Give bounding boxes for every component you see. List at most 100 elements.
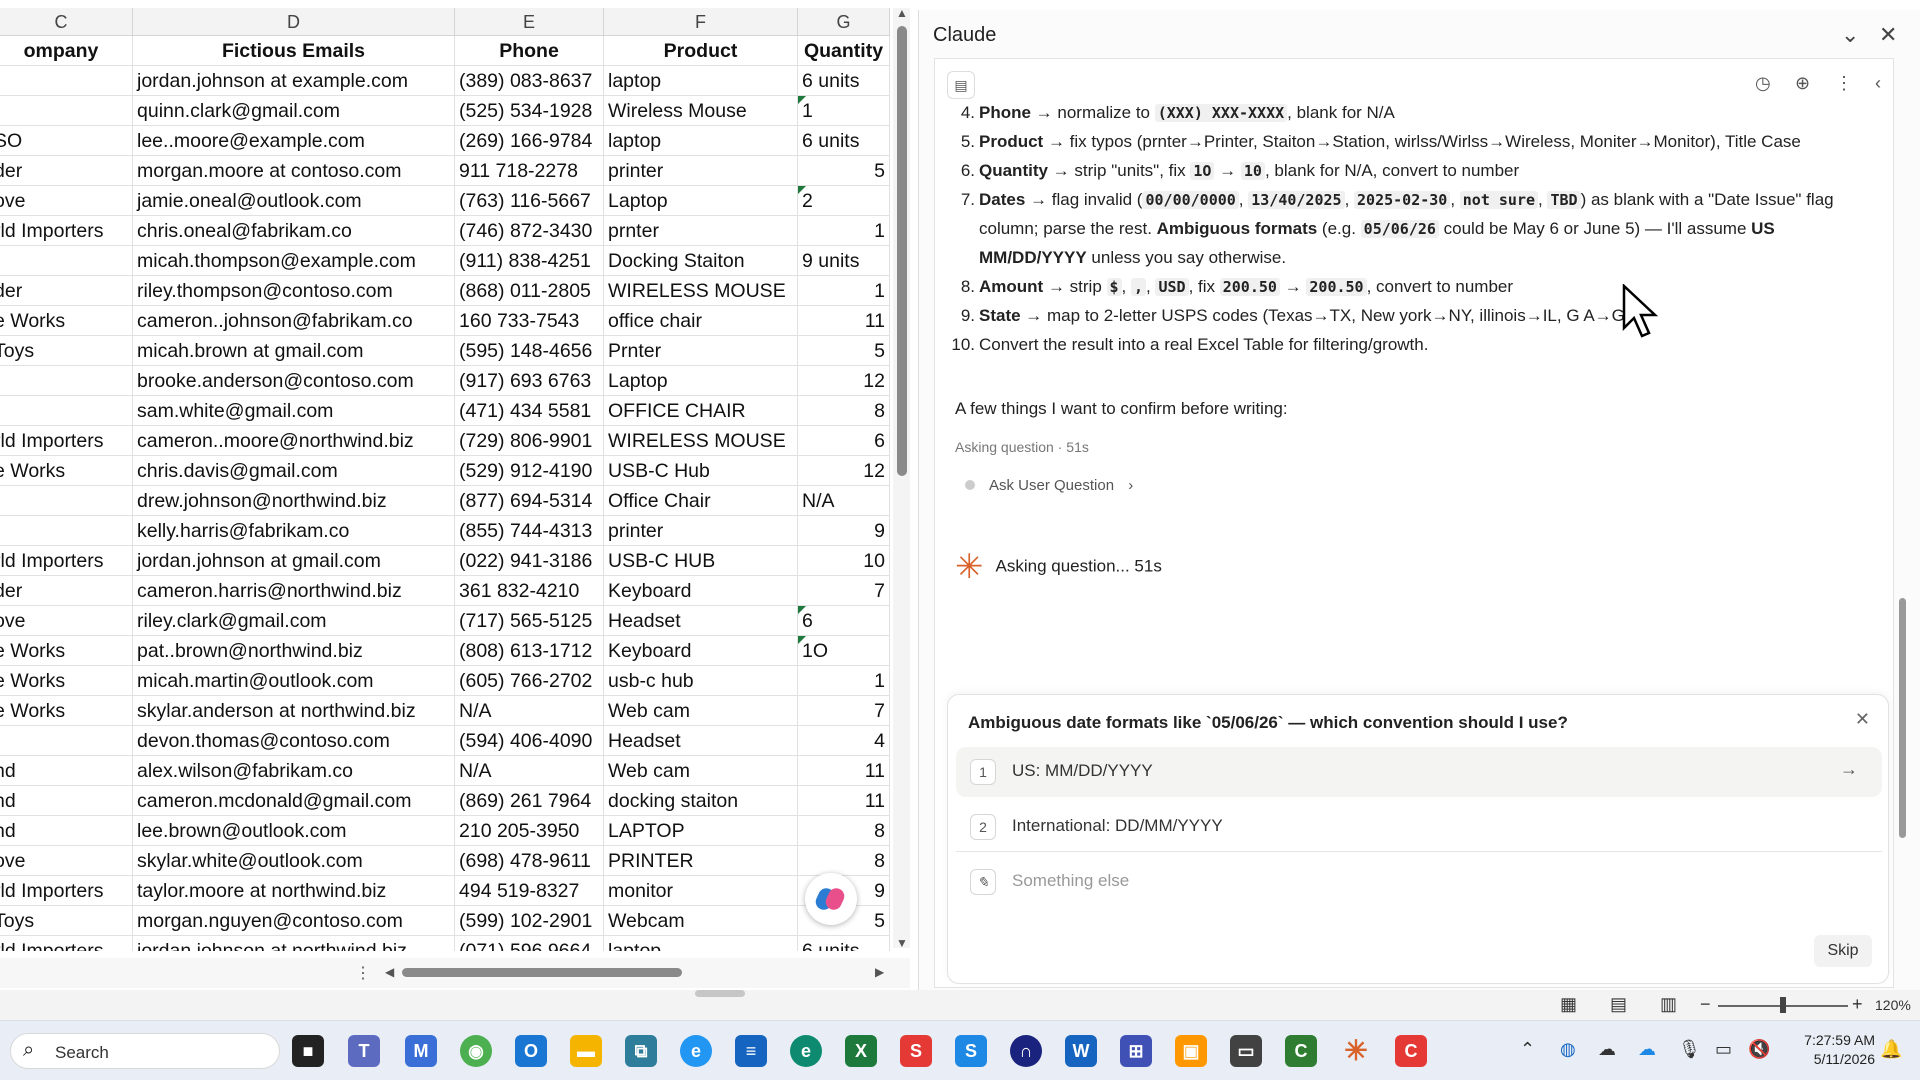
- skip-button[interactable]: Skip: [1814, 935, 1872, 967]
- cell[interactable]: laptop: [604, 66, 798, 96]
- cell[interactable]: [0, 66, 133, 96]
- cell[interactable]: kelly.harris@fabrikam.co: [133, 516, 455, 546]
- cell[interactable]: PRINTER: [604, 846, 798, 876]
- cell[interactable]: laptop: [604, 126, 798, 156]
- cell[interactable]: ove: [0, 606, 133, 636]
- cell[interactable]: chris.davis@gmail.com: [133, 456, 455, 486]
- cell[interactable]: Docking Staiton: [604, 246, 798, 276]
- cell[interactable]: [0, 96, 133, 126]
- file-explorer-icon[interactable]: ▬: [570, 1035, 602, 1067]
- notifications-icon[interactable]: 🔔: [1880, 1039, 1902, 1060]
- network-status-icon[interactable]: ▭: [1715, 1039, 1732, 1060]
- taskbar-search[interactable]: ⌕ Search: [10, 1033, 280, 1069]
- cell[interactable]: 9: [798, 516, 890, 546]
- zoom-app-icon[interactable]: ◍: [1560, 1039, 1576, 1060]
- cell[interactable]: (917) 693 6763: [455, 366, 604, 396]
- folder-icon[interactable]: ▣: [1175, 1035, 1207, 1067]
- task-view-icon[interactable]: ■: [292, 1035, 324, 1067]
- cell[interactable]: skylar.white@outlook.com: [133, 846, 455, 876]
- cell[interactable]: riley.clark@gmail.com: [133, 606, 455, 636]
- cell[interactable]: 6: [798, 426, 890, 456]
- page-break-icon[interactable]: ▥: [1660, 994, 1677, 1015]
- cell[interactable]: 12: [798, 366, 890, 396]
- cell[interactable]: ove: [0, 186, 133, 216]
- scroll-right-icon[interactable]: ▶: [875, 965, 884, 979]
- cell[interactable]: (605) 766-2702: [455, 666, 604, 696]
- arc-icon[interactable]: ∩: [1010, 1035, 1042, 1067]
- cell[interactable]: (529) 912-4190: [455, 456, 604, 486]
- new-chat-icon[interactable]: ⊕: [1795, 73, 1810, 94]
- outlook-icon[interactable]: O: [515, 1035, 547, 1067]
- cell[interactable]: Laptop: [604, 366, 798, 396]
- cell[interactable]: 10: [798, 546, 890, 576]
- cell[interactable]: Keyboard: [604, 636, 798, 666]
- cell[interactable]: Headset: [604, 606, 798, 636]
- column-header[interactable]: Product: [604, 36, 798, 66]
- cell[interactable]: 8: [798, 846, 890, 876]
- cell[interactable]: [0, 366, 133, 396]
- cell[interactable]: micah.thompson@example.com: [133, 246, 455, 276]
- cell[interactable]: 11: [798, 756, 890, 786]
- cell[interactable]: ove: [0, 846, 133, 876]
- cell[interactable]: 210 205-3950: [455, 816, 604, 846]
- cell[interactable]: pat..brown@northwind.biz: [133, 636, 455, 666]
- cell[interactable]: jordan.johnson at northwind.biz: [133, 936, 455, 951]
- cell[interactable]: 11: [798, 306, 890, 336]
- cell[interactable]: (746) 872-3430: [455, 216, 604, 246]
- cell[interactable]: [0, 486, 133, 516]
- cell[interactable]: chris.oneal@fabrikam.co: [133, 216, 455, 246]
- cell[interactable]: rld Importers: [0, 426, 133, 456]
- cell[interactable]: der: [0, 276, 133, 306]
- cell[interactable]: Web cam: [604, 756, 798, 786]
- onedrive-icon[interactable]: ☁: [1638, 1039, 1656, 1060]
- more-icon[interactable]: ⋮: [1835, 73, 1853, 94]
- cell[interactable]: jordan.johnson at example.com: [133, 66, 455, 96]
- cell[interactable]: 7: [798, 696, 890, 726]
- cell[interactable]: rld Importers: [0, 546, 133, 576]
- cell[interactable]: (729) 806-9901: [455, 426, 604, 456]
- cell[interactable]: Toys: [0, 906, 133, 936]
- edge-dev-icon[interactable]: e: [790, 1035, 822, 1067]
- column-header[interactable]: Quantity: [798, 36, 890, 66]
- panel-scroll-thumb[interactable]: [1899, 598, 1906, 838]
- cell[interactable]: (525) 534-1928: [455, 96, 604, 126]
- camtasia-icon[interactable]: C: [1285, 1035, 1317, 1067]
- cell[interactable]: (868) 011-2805: [455, 276, 604, 306]
- column-header[interactable]: ompany: [0, 36, 133, 66]
- cell[interactable]: (599) 102-2901: [455, 906, 604, 936]
- windows-icon[interactable]: ⊞: [1120, 1035, 1152, 1067]
- cell[interactable]: 12: [798, 456, 890, 486]
- cell[interactable]: [0, 516, 133, 546]
- cell[interactable]: 1: [798, 276, 890, 306]
- cell[interactable]: (869) 261 7964: [455, 786, 604, 816]
- cell[interactable]: nd: [0, 786, 133, 816]
- cell[interactable]: e Works: [0, 456, 133, 486]
- more-options-icon[interactable]: ⋮: [355, 963, 371, 983]
- cell[interactable]: taylor.moore at northwind.biz: [133, 876, 455, 906]
- option-something-else[interactable]: ✎ Something else: [956, 857, 1882, 907]
- zoom-out-icon[interactable]: −: [1700, 994, 1711, 1015]
- cell[interactable]: skylar.anderson at northwind.biz: [133, 696, 455, 726]
- app-s-red-icon[interactable]: S: [900, 1035, 932, 1067]
- cell[interactable]: (269) 166-9784: [455, 126, 604, 156]
- page-layout-icon[interactable]: ▤: [1610, 994, 1627, 1015]
- cell[interactable]: 6: [798, 606, 890, 636]
- cell[interactable]: Wireless Mouse: [604, 96, 798, 126]
- cell[interactable]: (022) 941-3186: [455, 546, 604, 576]
- cell[interactable]: USB-C Hub: [604, 456, 798, 486]
- normal-view-icon[interactable]: ▦: [1560, 994, 1577, 1015]
- cell[interactable]: 6 units: [798, 936, 890, 951]
- notepad-icon[interactable]: ≡: [735, 1035, 767, 1067]
- collapse-left-icon[interactable]: ‹: [1875, 73, 1881, 94]
- cell[interactable]: 5: [798, 156, 890, 186]
- terminal-icon[interactable]: ▭: [1230, 1035, 1262, 1067]
- sheet-context-icon[interactable]: ▤: [947, 71, 975, 99]
- cell[interactable]: cameron.harris@northwind.biz: [133, 576, 455, 606]
- app-s-blue-icon[interactable]: S: [955, 1035, 987, 1067]
- network-icon[interactable]: ⧉: [625, 1035, 657, 1067]
- cell[interactable]: [0, 726, 133, 756]
- copilot-button[interactable]: [805, 873, 857, 925]
- cell[interactable]: (698) 478-9611: [455, 846, 604, 876]
- cell[interactable]: office chair: [604, 306, 798, 336]
- cell[interactable]: N/A: [455, 756, 604, 786]
